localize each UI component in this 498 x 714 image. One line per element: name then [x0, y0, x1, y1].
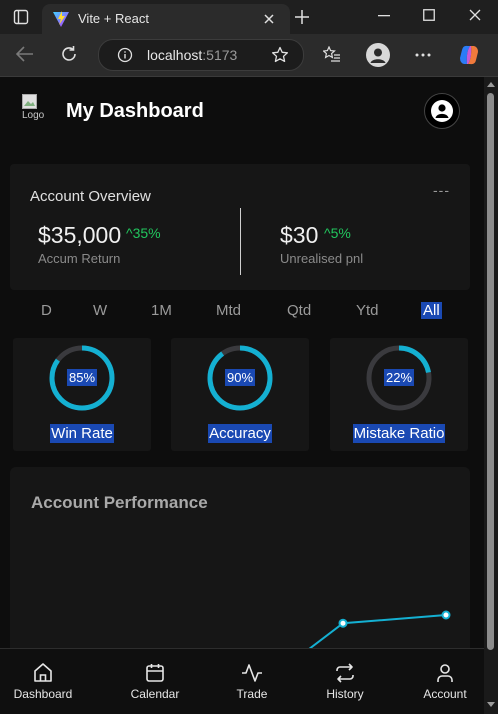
- win-rate-value: 85%: [66, 369, 98, 386]
- period-all[interactable]: All: [421, 302, 442, 319]
- period-d[interactable]: D: [41, 302, 52, 319]
- mistake-ratio-value: 22%: [383, 369, 415, 386]
- address-bar[interactable]: localhost:5173: [98, 39, 304, 71]
- win-rate-label: Win Rate: [50, 424, 114, 443]
- accum-return-value: $35,000: [38, 222, 122, 248]
- refresh-icon[interactable]: [60, 45, 78, 63]
- page-title: My Dashboard: [66, 100, 204, 122]
- bottom-navigation: Dashboard Calendar Trade History Account: [0, 648, 484, 714]
- close-tab-icon[interactable]: [263, 13, 275, 25]
- mistake-ratio-label: Mistake Ratio: [352, 424, 446, 443]
- nav-history[interactable]: History: [297, 649, 393, 714]
- nav-calendar[interactable]: Calendar: [107, 649, 203, 714]
- accum-return-change: ^35%: [126, 225, 161, 241]
- overview-menu[interactable]: ---: [433, 182, 450, 198]
- close-window-icon[interactable]: [469, 9, 481, 21]
- broken-image-icon: [22, 94, 37, 109]
- scroll-thumb[interactable]: [487, 93, 494, 650]
- favorite-star-icon[interactable]: [271, 46, 289, 64]
- overview-divider: [240, 208, 241, 275]
- profile-button[interactable]: [424, 93, 460, 129]
- overview-title: Account Overview: [30, 188, 151, 205]
- person-icon: [370, 48, 386, 63]
- nav-trade-label: Trade: [236, 687, 268, 701]
- browser-tab[interactable]: Vite + React: [42, 4, 290, 34]
- minimize-icon[interactable]: [378, 15, 390, 17]
- period-w[interactable]: W: [93, 302, 107, 319]
- browser-profile-avatar[interactable]: [366, 43, 390, 67]
- account-overview-card: Account Overview --- $35,000 ^35% Accum …: [10, 164, 470, 290]
- nav-trade[interactable]: Trade: [204, 649, 300, 714]
- browser-tab-bar: Vite + React: [0, 0, 498, 34]
- period-selector: D W 1M Mtd Qtd Ytd All: [0, 297, 484, 327]
- metric-card-mistake-ratio: 22% Mistake Ratio: [330, 338, 468, 451]
- accuracy-label: Accuracy: [208, 424, 272, 443]
- user-icon: [431, 100, 453, 122]
- scroll-up-icon[interactable]: [487, 81, 495, 87]
- accuracy-value: 90%: [224, 369, 256, 386]
- scroll-down-icon[interactable]: [487, 702, 495, 708]
- nav-account[interactable]: Account: [397, 649, 484, 714]
- favorites-icon[interactable]: [323, 46, 341, 63]
- tab-actions-icon[interactable]: [13, 9, 29, 25]
- period-mtd[interactable]: Mtd: [216, 302, 241, 319]
- logo-image: Logo: [22, 94, 52, 126]
- metric-card-win-rate: 85% Win Rate: [13, 338, 151, 451]
- nav-dashboard[interactable]: Dashboard: [0, 649, 91, 714]
- metric-card-accuracy: 90% Accuracy: [171, 338, 309, 451]
- tab-title: Vite + React: [78, 11, 149, 26]
- app-header: Logo My Dashboard: [0, 77, 484, 145]
- activity-icon: [242, 664, 262, 682]
- site-info-icon[interactable]: [117, 47, 133, 63]
- nav-dashboard-label: Dashboard: [13, 687, 73, 701]
- browser-toolbar: localhost:5173: [0, 34, 498, 77]
- nav-account-label: Account: [423, 687, 467, 701]
- maximize-icon[interactable]: [423, 9, 435, 21]
- copilot-icon[interactable]: [458, 44, 480, 66]
- unrealised-pnl-label: Unrealised pnl: [280, 251, 364, 266]
- back-icon[interactable]: [16, 46, 34, 62]
- performance-point-5[interactable]: [441, 610, 451, 620]
- performance-point-4[interactable]: [338, 618, 348, 628]
- page-scrollbar[interactable]: [484, 77, 498, 714]
- new-tab-icon[interactable]: [295, 10, 309, 24]
- repeat-icon: [336, 663, 354, 683]
- home-icon: [34, 663, 52, 682]
- unrealised-pnl-value: $30: [280, 222, 319, 248]
- accum-return-label: Accum Return: [38, 251, 121, 266]
- vite-logo-icon: [53, 11, 69, 27]
- user-icon: [437, 664, 453, 682]
- period-ytd[interactable]: Ytd: [356, 302, 379, 319]
- nav-calendar-label: Calendar: [130, 687, 180, 701]
- period-1m[interactable]: 1M: [151, 302, 172, 319]
- period-qtd[interactable]: Qtd: [287, 302, 311, 319]
- nav-history-label: History: [326, 687, 364, 701]
- unrealised-pnl-change: ^5%: [324, 225, 351, 241]
- calendar-icon: [146, 664, 164, 682]
- more-options-icon[interactable]: [415, 53, 431, 57]
- url-text: localhost:5173: [147, 47, 238, 63]
- app-viewport: Logo My Dashboard Account Overview --- $…: [0, 77, 484, 714]
